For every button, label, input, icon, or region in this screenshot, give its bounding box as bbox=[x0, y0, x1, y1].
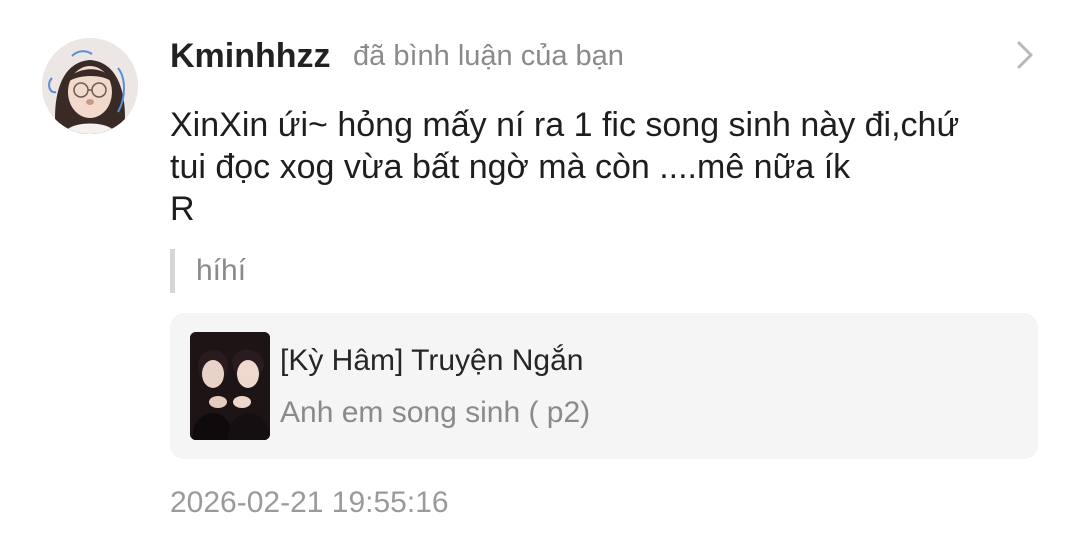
story-title: [Kỳ Hâm] Truyện Ngắn bbox=[280, 344, 584, 377]
quote-bar bbox=[170, 249, 175, 293]
story-cover-image bbox=[190, 332, 270, 440]
avatar[interactable] bbox=[42, 38, 138, 134]
timestamp: 2026-02-21 19:55:16 bbox=[170, 486, 449, 519]
comment-text: XinXin ứi~ hỏng mấy ní ra 1 fic song sin… bbox=[170, 106, 960, 228]
avatar-image bbox=[42, 38, 138, 134]
story-card[interactable]: [Kỳ Hâm] Truyện Ngắn Anh em song sinh ( … bbox=[170, 313, 1038, 459]
quoted-text: híhí bbox=[196, 254, 247, 287]
story-subtitle: Anh em song sinh ( p2) bbox=[280, 396, 591, 429]
chevron-right-icon[interactable] bbox=[1012, 38, 1038, 72]
action-text: đã bình luận của bạn bbox=[353, 40, 624, 72]
username[interactable]: Kminhhzz bbox=[170, 34, 331, 78]
